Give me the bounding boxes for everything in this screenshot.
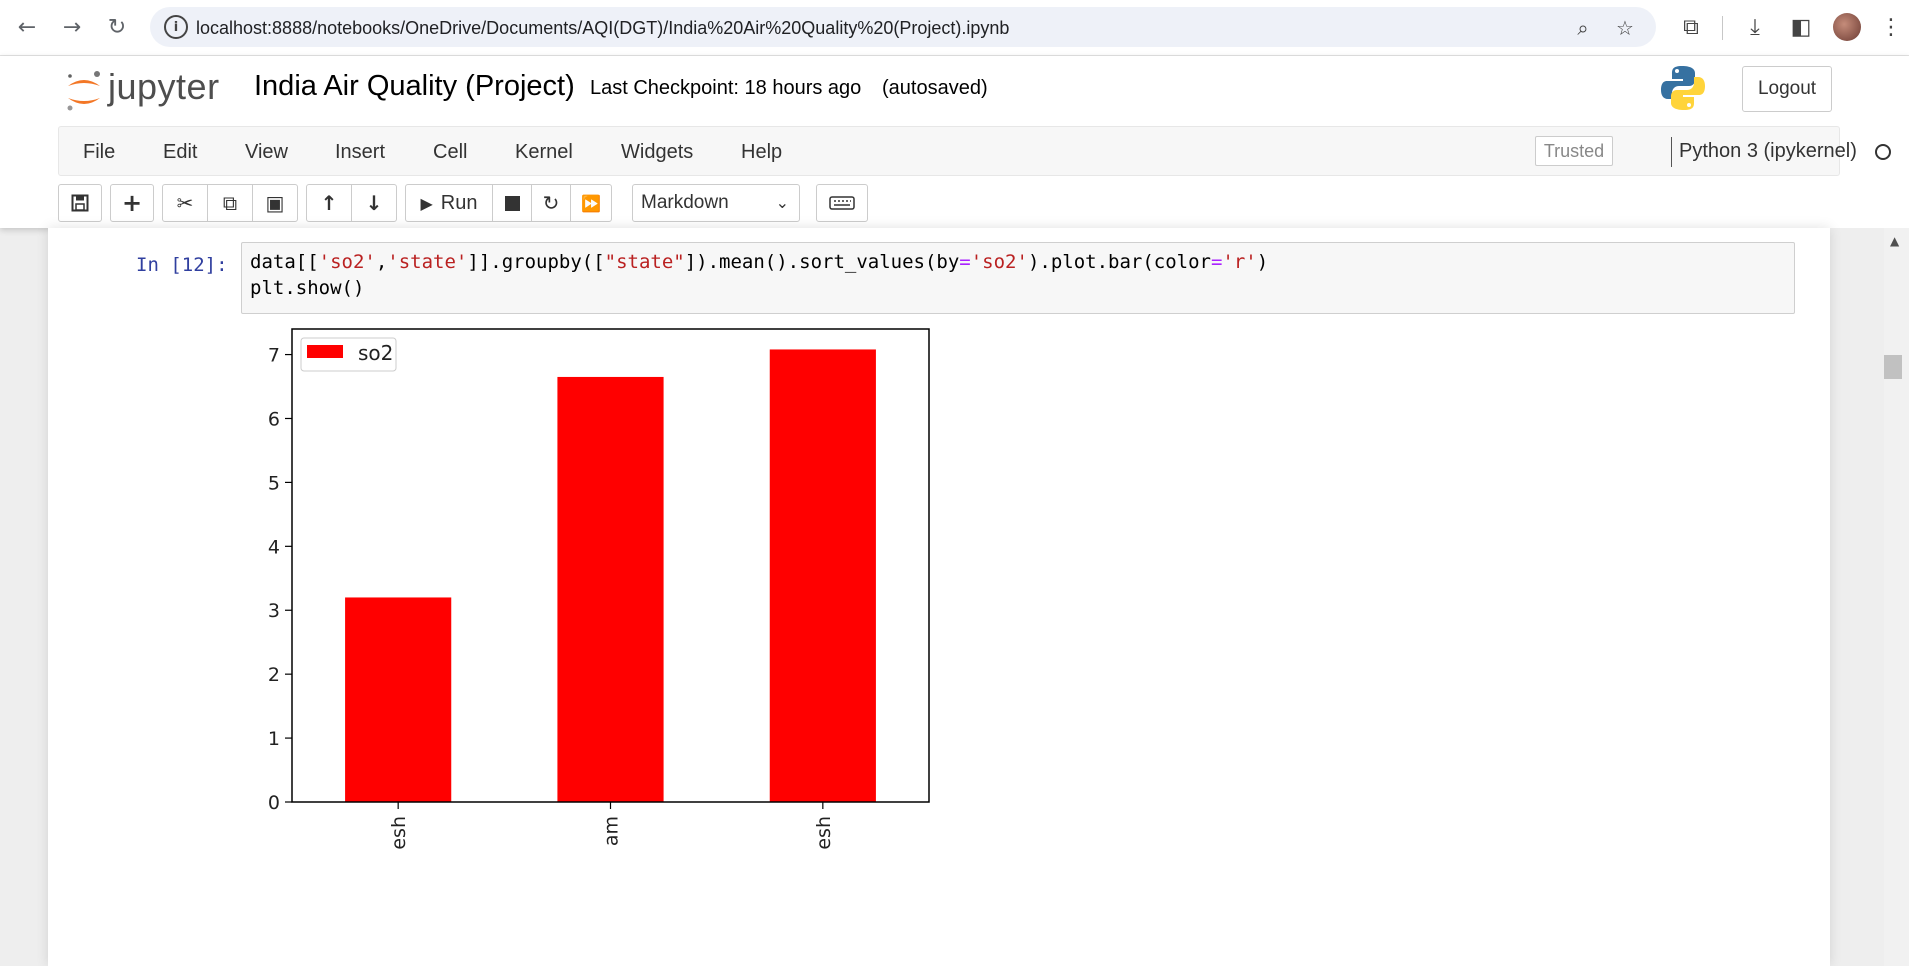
fast-forward-icon: ⏩: [581, 193, 601, 213]
url-text[interactable]: localhost:8888/notebooks/OneDrive/Docume…: [196, 18, 1009, 39]
interrupt-button[interactable]: [492, 184, 532, 222]
save-icon: [71, 194, 89, 212]
y-tick-label: 1: [268, 728, 280, 750]
chevron-down-icon: ⌄: [775, 193, 789, 212]
y-tick-label: 4: [268, 536, 280, 558]
toolbar-divider: [1722, 16, 1723, 40]
menu-insert[interactable]: Insert: [335, 141, 385, 164]
menu-bar: File Edit View Insert Cell Kernel Widget…: [58, 126, 1891, 176]
notebook-container: In [12]: data[['so2','state']].groupby([…: [48, 228, 1830, 966]
address-bar[interactable]: i localhost:8888/notebooks/OneDrive/Docu…: [150, 7, 1656, 47]
extensions-icon[interactable]: ⧉: [1676, 12, 1706, 42]
bar-3: [769, 349, 876, 802]
notebook-title[interactable]: India Air Quality (Project): [254, 70, 575, 103]
arrow-down-icon: ↓: [365, 191, 383, 215]
run-label: Run: [440, 191, 478, 214]
scrollbar-thumb[interactable]: [1884, 355, 1902, 379]
side-panel-icon[interactable]: ◧: [1786, 12, 1816, 42]
y-tick-label: 2: [268, 664, 280, 686]
kernel-idle-icon: [1875, 144, 1891, 160]
jupyter-logo-text[interactable]: jupyter: [108, 66, 220, 108]
menu-file[interactable]: File: [83, 141, 115, 164]
copy-icon: ⧉: [222, 191, 238, 215]
profile-avatar[interactable]: [1833, 13, 1861, 41]
restart-button[interactable]: ↻: [531, 184, 571, 222]
checkpoint-status: Last Checkpoint: 18 hours ago: [590, 77, 862, 99]
bar-1: [345, 597, 452, 802]
menu-edit[interactable]: Edit: [163, 141, 197, 164]
y-tick-label: 5: [268, 472, 280, 494]
restart-run-all-button[interactable]: ⏩: [570, 184, 612, 222]
y-tick-label: 3: [268, 600, 280, 622]
zoom-icon[interactable]: ⌕: [1570, 15, 1596, 41]
plus-icon: +: [121, 189, 143, 217]
reload-icon[interactable]: ↻: [100, 10, 134, 44]
cell-type-select[interactable]: Markdown ⌄: [632, 184, 800, 222]
menu-view[interactable]: View: [245, 141, 288, 164]
cell-prompt: In [12]:: [136, 254, 228, 276]
paste-icon: ▣: [265, 191, 285, 215]
bookmark-star-icon[interactable]: ☆: [1612, 15, 1638, 41]
logout-button[interactable]: Logout: [1742, 66, 1832, 112]
y-tick-label: 6: [268, 408, 280, 430]
arrow-up-icon: ↑: [320, 191, 338, 215]
menu-cell[interactable]: Cell: [433, 141, 467, 164]
scroll-up-icon[interactable]: ▲: [1890, 234, 1899, 248]
x-tick-label: esh: [813, 816, 835, 850]
save-button[interactable]: [58, 184, 102, 222]
scissors-icon: ✂: [176, 191, 194, 215]
scrollbar[interactable]: ▲: [1884, 228, 1909, 966]
copy-button[interactable]: ⧉: [207, 184, 253, 222]
bar-2: [557, 376, 664, 802]
keyboard-icon: [829, 196, 855, 210]
x-tick-label: esh: [388, 816, 410, 850]
back-icon[interactable]: ←: [10, 10, 44, 44]
move-up-button[interactable]: ↑: [306, 184, 352, 222]
forward-icon[interactable]: →: [55, 10, 89, 44]
x-tick-label: am: [601, 816, 623, 846]
site-info-icon[interactable]: i: [164, 15, 188, 39]
move-down-button[interactable]: ↓: [351, 184, 397, 222]
command-palette-button[interactable]: [816, 184, 868, 222]
download-icon[interactable]: ⤓: [1740, 12, 1770, 42]
menu-kernel[interactable]: Kernel: [515, 141, 573, 164]
legend-label: so2: [358, 341, 393, 365]
kernel-divider: [1671, 137, 1672, 167]
code-line-1[interactable]: data[['so2','state']].groupby(["state"])…: [250, 251, 1268, 273]
stop-icon: [504, 195, 520, 211]
python-logo-icon: [1661, 66, 1705, 110]
menu-widgets[interactable]: Widgets: [621, 141, 693, 164]
menu-help[interactable]: Help: [741, 141, 782, 164]
paste-button[interactable]: ▣: [252, 184, 298, 222]
cut-button[interactable]: ✂: [162, 184, 208, 222]
restart-icon: ↻: [542, 191, 560, 215]
page-margin: [1830, 228, 1884, 966]
browser-toolbar: ← → ↻ i localhost:8888/notebooks/OneDriv…: [0, 0, 1909, 56]
bar-chart: 0 1 2 3 4 5 6 7 esh am esh so2: [268, 328, 930, 850]
code-cell-input[interactable]: data[['so2','state']].groupby(["state"])…: [241, 242, 1795, 314]
run-button[interactable]: ▶ Run: [405, 184, 493, 222]
autosave-status: (autosaved): [882, 77, 988, 99]
y-tick-label: 7: [268, 345, 280, 367]
trusted-badge[interactable]: Trusted: [1535, 136, 1613, 166]
legend-swatch: [307, 345, 343, 358]
jupyter-logo-icon[interactable]: [64, 68, 104, 114]
play-icon: ▶: [420, 193, 433, 213]
insert-cell-button[interactable]: +: [110, 184, 154, 222]
kernel-name[interactable]: Python 3 (ipykernel): [1679, 140, 1857, 163]
jupyter-header: jupyter India Air Quality (Project) Last…: [0, 56, 1909, 228]
more-menu-icon[interactable]: ⋮: [1876, 12, 1906, 42]
cell-type-value: Markdown: [641, 192, 729, 213]
code-line-2[interactable]: plt.show(): [250, 277, 364, 299]
notebook-toolbar: + ✂ ⧉ ▣ ↑ ↓ ▶ Run ↻ ⏩ Markdown ⌄: [58, 184, 1058, 222]
y-tick-label: 0: [268, 792, 280, 814]
